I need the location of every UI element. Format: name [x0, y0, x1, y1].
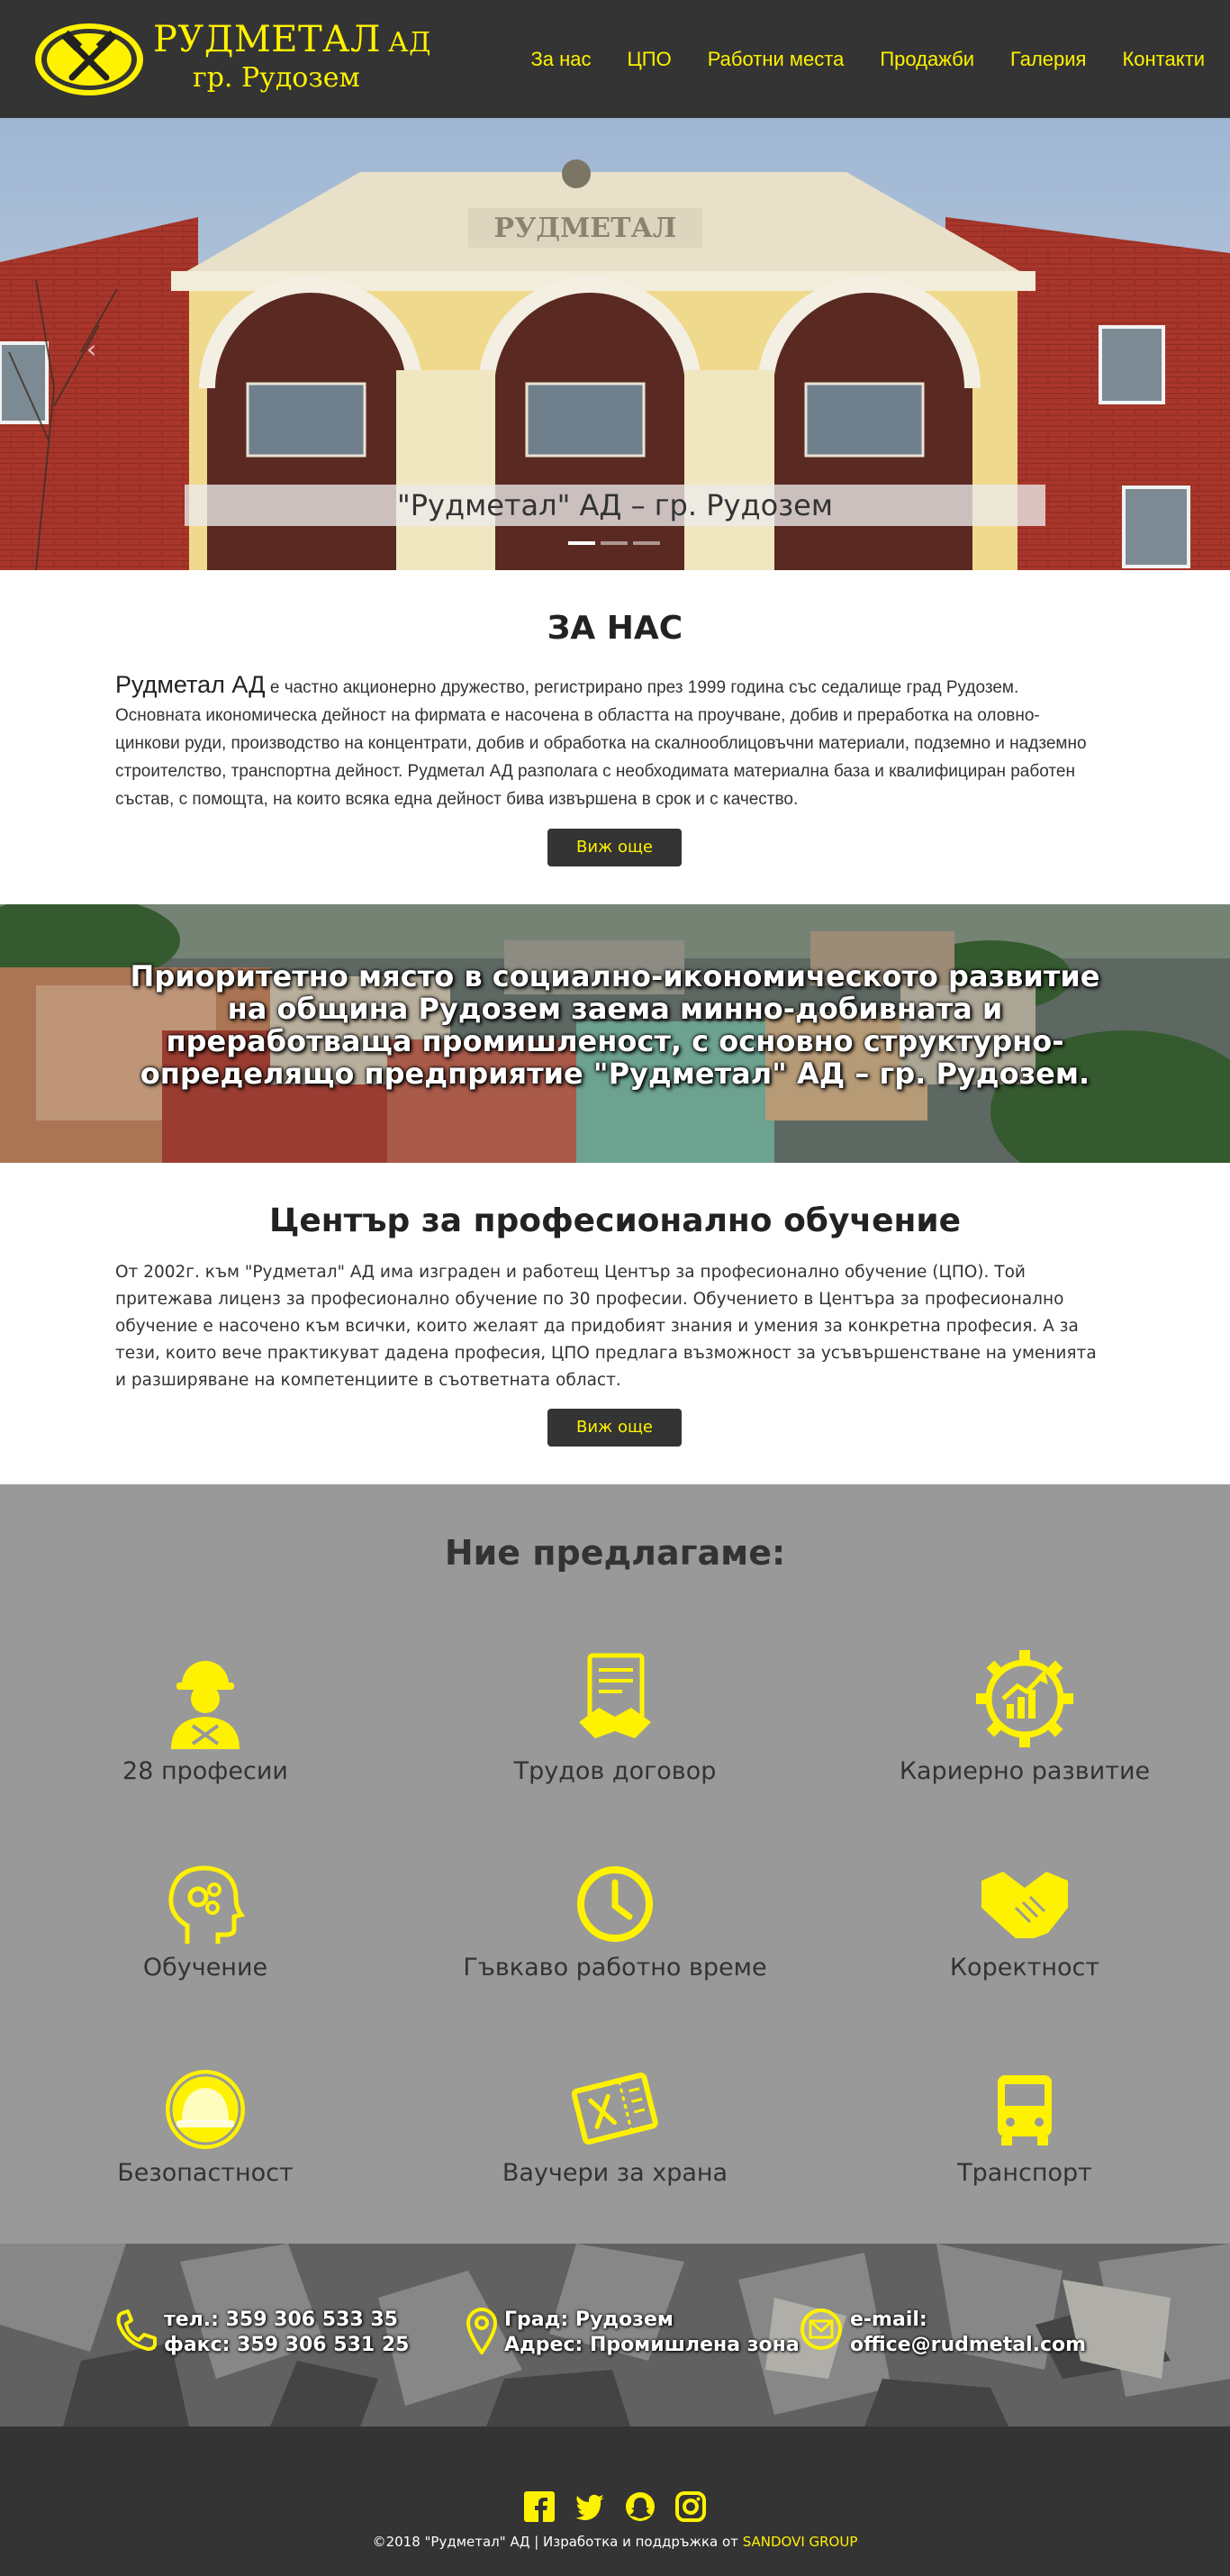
- contact-email-block: e-mail: office@rudmetal.com: [800, 2308, 1086, 2358]
- contact-phone-block: тел.: 359 306 533 35 факс: 359 306 531 2…: [115, 2308, 409, 2358]
- food-voucher-icon: [572, 2073, 658, 2145]
- email-icon: [800, 2308, 842, 2350]
- offer-title: Ние предлагаме:: [444, 1533, 786, 1573]
- slider-indicators: [568, 541, 660, 545]
- city-banner: Приоритетно място в социално-икономическ…: [0, 904, 1230, 1163]
- offer-item-food-vouchers: Ваучери за храна: [453, 2068, 777, 2189]
- phone-icon: [116, 2309, 157, 2351]
- offer-item-career: Кариерно развитие: [863, 1648, 1187, 1787]
- brand-name: РУДМЕТАЛ АД: [153, 18, 431, 65]
- offer-label: Гъвкаво работно време: [463, 1954, 767, 1982]
- offer-item-transport: Транспорт: [863, 2068, 1187, 2189]
- offer-label: Трудов договор: [513, 1757, 717, 1785]
- nav-item-sales[interactable]: Продажби: [880, 45, 974, 74]
- nav-item-contacts[interactable]: Контакти: [1122, 45, 1205, 74]
- about-title: ЗА НАС: [547, 610, 683, 647]
- cpo-more-button[interactable]: Виж още: [547, 1409, 682, 1447]
- offer-item-training: Обучение: [43, 1863, 367, 1983]
- offer-item-contract: Трудов договор: [453, 1648, 777, 1787]
- hero-prev-arrow[interactable]: ‹: [86, 334, 96, 364]
- offer-item-correctness: Коректност: [863, 1863, 1187, 1983]
- contact-phone[interactable]: тел.: 359 306 533 35: [164, 2308, 409, 2333]
- nav-item-about[interactable]: За нас: [530, 45, 591, 74]
- contact-address: Адрес: Промишлена зона: [504, 2334, 800, 2356]
- building-sign: РУДМЕТАЛ: [494, 213, 677, 244]
- cpo-text: От 2002г. към "Рудметал" АД има изграден…: [115, 1263, 1097, 1390]
- brand-name-text: РУДМЕТАЛ: [153, 19, 381, 60]
- slider-dot-1[interactable]: [568, 541, 595, 545]
- twitter-icon[interactable]: [574, 2491, 605, 2522]
- social-links: [0, 2491, 1230, 2522]
- career-gear-chart-icon: [976, 1650, 1073, 1747]
- bus-icon: [998, 2075, 1052, 2145]
- clock-icon: [577, 1866, 653, 1942]
- hero-slider[interactable]: РУДМЕТАЛ ‹ "Рудметал" АД – гр. Рудозем: [0, 118, 1230, 570]
- contact-address-block: Град: Рудозем Адрес: Промишлена зона: [466, 2308, 800, 2358]
- contact-fax: факс: 359 306 531 25: [164, 2334, 410, 2356]
- site-header: РУДМЕТАЛ АД гр. Рудозем За нас ЦПО Работн…: [0, 0, 1230, 118]
- brand-city: гр. Рудозем: [193, 62, 360, 94]
- brand-suffix: АД: [387, 27, 431, 59]
- nav-item-gallery[interactable]: Галерия: [1010, 45, 1086, 74]
- copyright: ©2018 "Рудметал" АД | Изработка и поддръ…: [0, 2533, 1230, 2551]
- main-nav: За нас ЦПО Работни места Продажби Галери…: [494, 45, 1205, 74]
- about-text: Рудметал АД е частно акционерно дружеств…: [115, 671, 1097, 813]
- offer-label: 28 професии: [122, 1757, 288, 1785]
- offer-label: Транспорт: [957, 2159, 1092, 2187]
- contract-handshake-icon: [579, 1653, 651, 1738]
- offer-label: Ваучери за храна: [502, 2159, 728, 2187]
- about-more-button[interactable]: Виж още: [547, 829, 682, 866]
- slider-dot-2[interactable]: [601, 541, 628, 545]
- hammers-logo-icon: [35, 23, 143, 95]
- offer-item-flexible-time: Гъвкаво работно време: [453, 1863, 777, 1983]
- logo[interactable]: РУДМЕТАЛ АД гр. Рудозем: [32, 18, 456, 101]
- contact-email[interactable]: office@rudmetal.com: [850, 2333, 1086, 2358]
- about-lead: Рудметал АД: [115, 671, 266, 698]
- copyright-text: ©2018 "Рудметал" АД | Изработка и поддръ…: [372, 2534, 743, 2550]
- location-pin-icon: [466, 2308, 497, 2354]
- hero-caption: "Рудметал" АД – гр. Рудозем: [185, 485, 1045, 526]
- site-footer: ©2018 "Рудметал" АД | Изработка и поддръ…: [0, 2426, 1230, 2576]
- cpo-title: Център за професионално обучение: [268, 1202, 962, 1239]
- slider-dot-3[interactable]: [633, 541, 660, 545]
- offer-item-professions: 28 професии: [43, 1648, 367, 1787]
- snapchat-icon[interactable]: [625, 2491, 656, 2522]
- offer-section: Ние предлагаме: 28 професии Трудов догов…: [0, 1484, 1230, 2244]
- contact-section: тел.: 359 306 533 35 факс: 359 306 531 2…: [0, 2244, 1230, 2426]
- offer-label: Кариерно развитие: [899, 1757, 1151, 1785]
- nav-item-cpo[interactable]: ЦПО: [628, 45, 672, 74]
- worker-icon: [171, 1661, 240, 1749]
- offer-label: Коректност: [949, 1954, 1100, 1982]
- helmet-icon: [166, 2070, 245, 2149]
- cpo-section: Център за професионално обучение От 2002…: [0, 1163, 1230, 1484]
- facebook-icon[interactable]: [524, 2491, 555, 2522]
- developer-link[interactable]: SANDOVI GROUP: [743, 2534, 858, 2550]
- contact-city: Град: Рудозем: [504, 2308, 674, 2331]
- offer-label: Безопастност: [117, 2159, 294, 2187]
- offer-item-safety: Безопастност: [43, 2068, 367, 2189]
- instagram-icon[interactable]: [675, 2491, 706, 2522]
- banner-text: Приоритетно място в социално-икономическ…: [130, 959, 1100, 1091]
- about-section: ЗА НАС Рудметал АД е частно акционерно д…: [0, 570, 1230, 904]
- handshake-icon: [981, 1872, 1068, 1938]
- nav-item-jobs[interactable]: Работни места: [708, 45, 845, 74]
- head-gears-icon: [168, 1865, 246, 1944]
- offer-label: Обучение: [142, 1954, 268, 1982]
- contact-email-label: e-mail:: [850, 2308, 927, 2331]
